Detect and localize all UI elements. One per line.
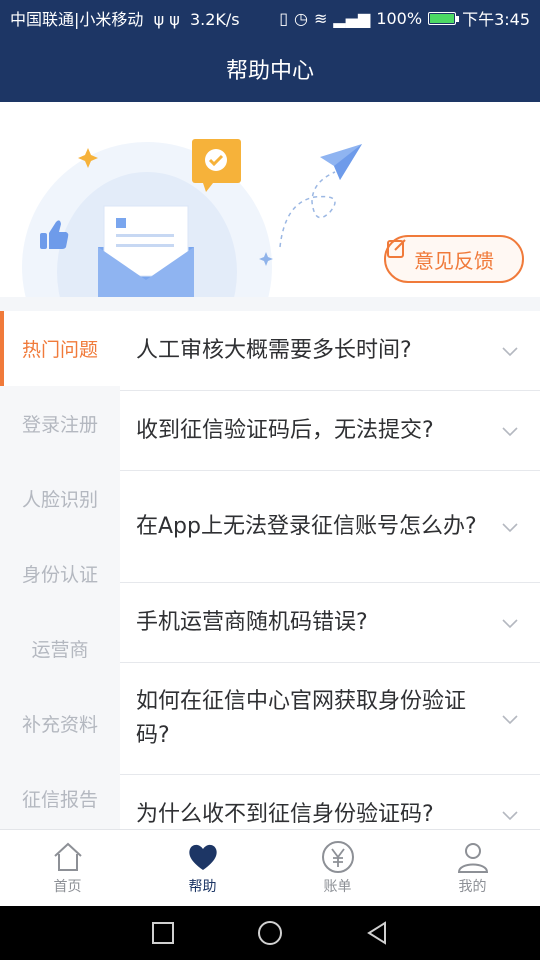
page-title: 帮助中心 <box>225 59 314 84</box>
carrier-text: 中国联通|小米移动 <box>10 10 144 29</box>
question-item[interactable]: 收到征信验证码后，无法提交? <box>120 391 540 471</box>
net-speed: 3.2K/s <box>189 10 240 29</box>
category-login[interactable]: 登录注册 <box>0 386 120 461</box>
category-label: 热门问题 <box>21 339 98 361</box>
category-face[interactable]: 人脸识别 <box>0 461 120 536</box>
category-carrier[interactable]: 运营商 <box>0 611 120 686</box>
tab-mine[interactable]: 我的 <box>405 830 540 906</box>
battery-icon <box>428 11 460 25</box>
status-right: ▯ ◷ ≋ ▂▄▆ 100% 下午3:45 <box>279 6 530 30</box>
battery-level: 100% <box>376 8 423 28</box>
chevron-down-icon <box>502 346 518 356</box>
question-text: 如何在征信中心官网获取身份验证码? <box>136 688 467 748</box>
user-icon <box>457 843 488 873</box>
category-identity[interactable]: 身份认证 <box>0 536 120 611</box>
chevron-down-icon <box>502 426 518 436</box>
tab-label: 我的 <box>458 879 487 895</box>
back-icon[interactable] <box>365 921 389 945</box>
home-icon <box>53 842 82 871</box>
status-bar: 中国联通|小米移动 ψ ψ 3.2K/s ▯ ◷ ≋ ▂▄▆ 100% 下午3:… <box>0 0 540 36</box>
feedback-label: 意见反馈 <box>414 248 494 273</box>
question-text: 收到征信验证码后，无法提交? <box>136 417 434 443</box>
tab-bill[interactable]: 账单 <box>270 830 405 906</box>
chevron-down-icon <box>502 522 518 532</box>
question-item[interactable]: 如何在征信中心官网获取身份验证码? <box>120 663 540 775</box>
heart-icon <box>188 844 217 870</box>
alarm-icon: ◷ <box>294 8 308 28</box>
signal-icon: ▂▄▆ <box>333 8 371 28</box>
category-label: 运营商 <box>31 639 89 661</box>
status-left: 中国联通|小米移动 ψ ψ 3.2K/s <box>10 6 279 30</box>
question-item[interactable]: 在App上无法登录征信账号怎么办? <box>120 471 540 583</box>
tab-home[interactable]: 首页 <box>0 830 135 906</box>
category-report[interactable]: 征信报告 <box>0 761 120 836</box>
category-menu: 热门问题 登录注册 人脸识别 身份认证 运营商 补充资料 征信报告 <box>0 311 120 829</box>
question-item[interactable]: 为什么收不到征信身份验证码? <box>120 775 540 829</box>
vibrate-icon: ▯ <box>279 8 289 28</box>
home-nav-icon[interactable] <box>257 920 283 946</box>
category-label: 补充资料 <box>21 714 98 736</box>
question-text: 手机运营商随机码错误? <box>136 609 368 635</box>
category-label: 征信报告 <box>21 789 98 811</box>
bottom-tab-bar: 首页 帮助 账单 我的 <box>0 829 540 906</box>
envelope-icon <box>98 205 194 297</box>
category-label: 登录注册 <box>21 414 98 436</box>
tab-label: 账单 <box>323 879 352 895</box>
tab-help[interactable]: 帮助 <box>135 830 270 906</box>
question-text: 在App上无法登录征信账号怎么办? <box>136 513 477 539</box>
wifi-icon: ≋ <box>313 8 328 28</box>
paper-plane-icon <box>320 144 362 180</box>
tab-label: 首页 <box>53 879 82 895</box>
recent-apps-icon[interactable] <box>151 921 175 945</box>
question-text: 为什么收不到征信身份验证码? <box>136 801 434 827</box>
help-banner: 意见反馈 <box>0 102 540 297</box>
chevron-down-icon <box>502 714 518 724</box>
question-item[interactable]: 人工审核大概需要多长时间? <box>120 311 540 391</box>
clock-time: 下午3:45 <box>462 10 530 29</box>
title-bar: 帮助中心 <box>0 36 540 102</box>
chevron-down-icon <box>502 810 518 820</box>
yuan-icon <box>321 841 354 873</box>
edit-icon <box>387 239 406 258</box>
category-supplement[interactable]: 补充资料 <box>0 686 120 761</box>
tab-label: 帮助 <box>188 879 217 895</box>
question-item[interactable]: 手机运营商随机码错误? <box>120 583 540 663</box>
category-hot[interactable]: 热门问题 <box>0 311 120 386</box>
section-divider <box>0 297 540 311</box>
usb-icon: ψ ψ <box>148 10 185 29</box>
category-label: 身份认证 <box>21 564 98 586</box>
question-text: 人工审核大概需要多长时间? <box>136 337 412 363</box>
battery-fill <box>430 13 455 23</box>
feedback-button[interactable]: 意见反馈 <box>384 235 524 283</box>
category-label: 人脸识别 <box>21 489 98 511</box>
system-nav-bar <box>0 906 540 960</box>
question-list: 人工审核大概需要多长时间? 收到征信验证码后，无法提交? 在App上无法登录征信… <box>120 311 540 829</box>
chevron-down-icon <box>502 618 518 628</box>
